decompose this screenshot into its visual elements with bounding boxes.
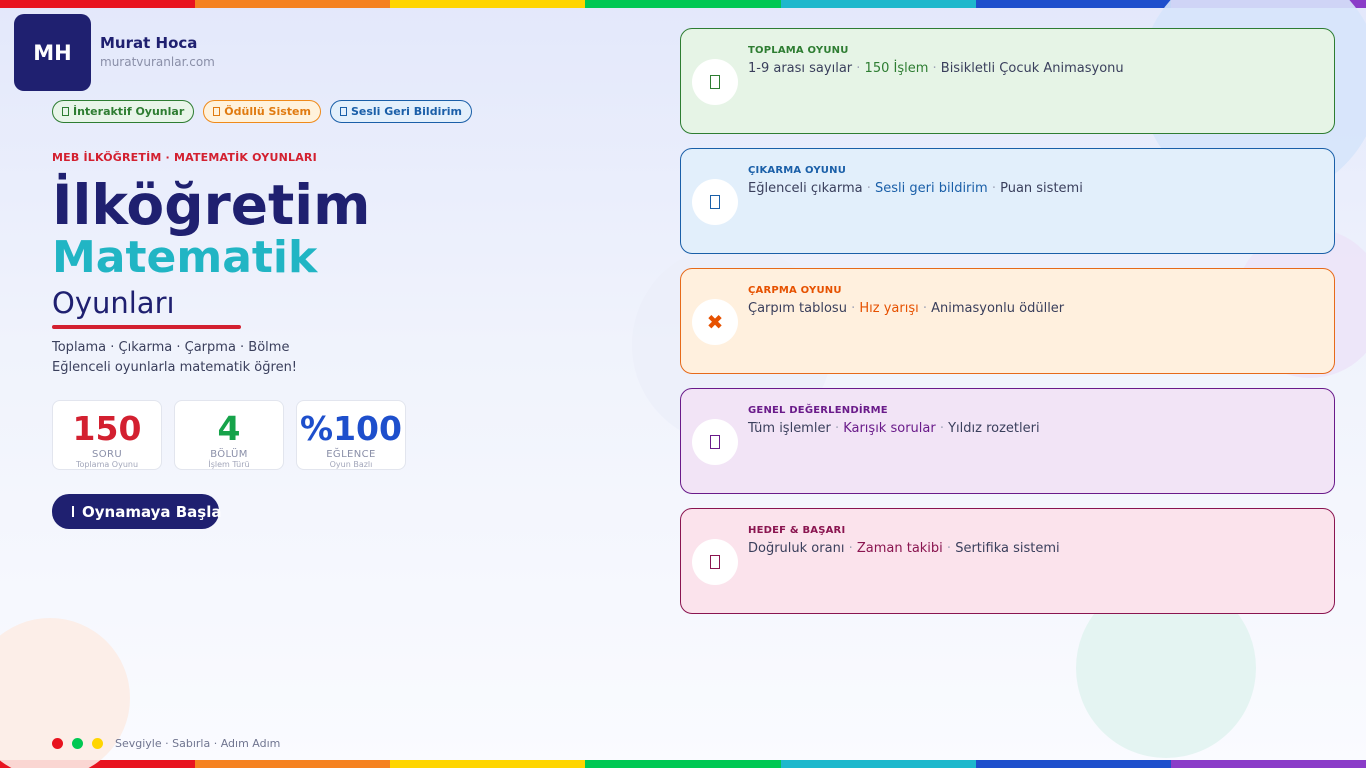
multiply-icon: ✖ [692, 299, 738, 345]
card-subtraction-game[interactable]: ÇIKARMA OYUNU Eğlenceli çıkarma · Sesli … [680, 148, 1335, 254]
speaker-icon [339, 107, 347, 116]
card-detail-3: Sertifika sistemi [955, 541, 1060, 556]
hero-title-line2: Matematik [52, 232, 318, 283]
card-detail-highlight: Hız yarışı [859, 301, 919, 316]
top-rainbow-stripe [0, 0, 1366, 8]
tag-audio-feedback: Sesli Geri Bildirim [329, 100, 472, 123]
card-general-assessment[interactable]: GENEL DEĞERLENDİRME Tüm işlemler · Karış… [680, 388, 1335, 494]
target-icon [692, 539, 738, 585]
card-detail-3: Puan sistemi [1000, 181, 1083, 196]
start-playing-button[interactable]: Oynamaya Başla [52, 494, 222, 529]
card-detail-3: Bisikletli Çocuk Animasyonu [940, 61, 1124, 76]
card-goal-success[interactable]: HEDEF & BAŞARI Doğruluk oranı · Zaman ta… [680, 508, 1335, 614]
minus-icon [692, 179, 738, 225]
red-dot [52, 738, 63, 749]
card-details: 1-9 arası sayılar · 150 İşlem · Bisiklet… [748, 61, 1124, 76]
feature-tags: İnteraktif Oyunlar Ödüllü Sistem Sesli G… [52, 100, 472, 123]
tag-interactive-games: İnteraktif Oyunlar [52, 100, 195, 123]
card-detail-1: 1-9 arası sayılar [748, 61, 853, 76]
stat-sublabel: İşlem Türü [208, 460, 250, 469]
stats-row: 150 SORU Toplama Oyunu 4 BÖLÜM İşlem Tür… [52, 400, 406, 470]
play-icon [72, 506, 74, 517]
card-detail-3: Animasyonlu ödüller [931, 301, 1065, 316]
card-details: Çarpım tablosu · Hız yarışı · Animasyonl… [748, 301, 1065, 316]
card-detail-highlight: Zaman takibi [856, 541, 943, 556]
card-detail-highlight: 150 İşlem [864, 61, 929, 76]
stat-label: EĞLENCE [326, 449, 376, 460]
brand-logo: MH [14, 14, 91, 91]
footer: Sevgiyle · Sabırla · Adım Adım [52, 737, 280, 750]
card-multiplication-game[interactable]: ✖ ÇARPMA OYUNU Çarpım tablosu · Hız yarı… [680, 268, 1335, 374]
card-title: GENEL DEĞERLENDİRME [748, 405, 888, 416]
yellow-dot [92, 738, 103, 749]
card-details: Eğlenceli çıkarma · Sesli geri bildirim … [748, 181, 1083, 196]
hero-description-line1: Toplama · Çıkarma · Çarpma · Bölme [52, 340, 290, 355]
brand-site-link[interactable]: muratvuranlar.com [100, 55, 215, 69]
card-details: Doğruluk oranı · Zaman takibi · Sertifik… [748, 541, 1060, 556]
card-detail-1: Tüm işlemler [748, 421, 835, 436]
stat-value: 4 [217, 409, 241, 448]
target-glyph [710, 555, 720, 569]
stat-value: %100 [300, 409, 402, 448]
plus-glyph [710, 75, 720, 89]
brand-name: Murat Hoca [100, 34, 198, 52]
card-addition-game[interactable]: TOPLAMA OYUNU 1-9 arası sayılar · 150 İş… [680, 28, 1335, 134]
star-glyph [710, 435, 720, 449]
card-detail-1: Eğlenceli çıkarma [748, 181, 863, 196]
trophy-icon [213, 107, 221, 116]
tag-reward-system: Ödüllü Sistem [203, 100, 321, 123]
stat-sublabel: Toplama Oyunu [75, 460, 139, 469]
card-details: Tüm işlemler · Karışık sorular · Yıldız … [748, 421, 1040, 436]
plus-icon [692, 59, 738, 105]
card-detail-3: Yıldız rozetleri [948, 421, 1040, 436]
gamepad-icon [62, 107, 69, 116]
stat-label: SORU [91, 449, 123, 460]
stat-card-questions: 150 SORU Toplama Oyunu [52, 400, 162, 470]
green-dot [72, 738, 83, 749]
tag-label: İnteraktif Oyunlar [73, 105, 185, 118]
stat-sublabel: Oyun Bazlı [329, 460, 373, 469]
card-title: HEDEF & BAŞARI [748, 525, 846, 536]
star-icon [692, 419, 738, 465]
hero-kicker: MEB İLKÖĞRETİM · MATEMATİK OYUNLARI [52, 151, 317, 164]
hero-description-line2: Eğlenceli oyunlarla matematik öğren! [52, 360, 298, 375]
card-detail-1: Çarpım tablosu [748, 301, 847, 316]
card-title: ÇARPMA OYUNU [748, 285, 842, 296]
start-playing-label: Oynamaya Başla [82, 502, 222, 521]
stat-card-sections: 4 BÖLÜM İşlem Türü [174, 400, 284, 470]
tag-label: Ödüllü Sistem [224, 105, 311, 118]
card-title: ÇIKARMA OYUNU [748, 165, 847, 176]
tag-label: Sesli Geri Bildirim [350, 105, 462, 118]
card-detail-highlight: Karışık sorular [843, 421, 936, 436]
footer-text: Sevgiyle · Sabırla · Adım Adım [115, 737, 281, 750]
card-title: TOPLAMA OYUNU [748, 45, 849, 56]
card-detail-highlight: Sesli geri bildirim [875, 181, 988, 196]
stat-value: 150 [72, 409, 142, 448]
hero-title-line3: Oyunları [52, 286, 175, 320]
stat-label: BÖLÜM [210, 449, 248, 460]
bottom-rainbow-stripe [0, 760, 1366, 768]
minus-glyph [710, 195, 720, 209]
card-detail-1: Doğruluk oranı [748, 541, 845, 556]
stat-card-fun: %100 EĞLENCE Oyun Bazlı [296, 400, 406, 470]
title-underline [52, 325, 241, 329]
hero-title-line1: İlköğretim [52, 173, 371, 237]
